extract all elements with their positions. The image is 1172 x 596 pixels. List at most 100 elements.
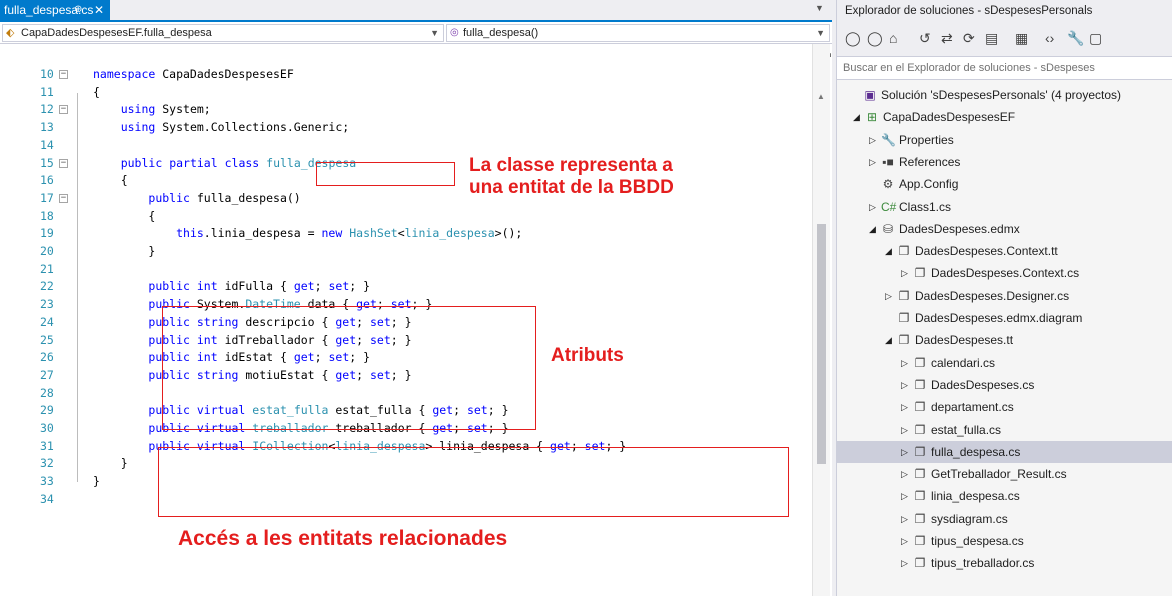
tree-item-label: DadesDespeses.edmx <box>899 221 1020 236</box>
tree-item[interactable]: ◢ ⊞ CapaDadesDespesesEF <box>837 106 1172 128</box>
tree-item[interactable]: ▷ ❐ estat_fulla.cs <box>837 419 1172 441</box>
collapsed-icon[interactable]: ▷ <box>901 552 911 574</box>
tree-item[interactable]: ▷ ❐ calendari.cs <box>837 352 1172 374</box>
scroll-up-icon[interactable]: ▲ <box>817 92 825 101</box>
scrollbar-thumb[interactable] <box>817 224 826 464</box>
tree-item[interactable]: ▷ ❐ departament.cs <box>837 396 1172 418</box>
code-text: using System; <box>120 102 211 117</box>
tree-item[interactable]: ▣ Solución 'sDespesesPersonals' (4 proyec… <box>837 84 1172 106</box>
home-icon[interactable]: ⌂ <box>889 30 897 46</box>
solution-search-input[interactable]: Buscar en el Explorador de soluciones - … <box>837 56 1172 80</box>
code-text: this.linia_despesa = new HashSet<linia_d… <box>176 226 523 241</box>
close-icon[interactable]: ✕ <box>94 0 104 20</box>
collapsed-icon[interactable]: ▷ <box>901 441 911 463</box>
code-line[interactable]: 18 { <box>0 208 810 226</box>
line-number: 21 <box>40 261 54 276</box>
preview-icon[interactable]: ▢ <box>1089 30 1102 47</box>
tree-item[interactable]: ▷ ❐ DadesDespeses.Designer.cs <box>837 285 1172 307</box>
sync-icon[interactable]: ⇄ <box>941 30 953 47</box>
expanded-icon[interactable]: ◢ <box>885 240 895 262</box>
tree-item[interactable]: ▷ ❐ DadesDespeses.cs <box>837 374 1172 396</box>
pin-icon[interactable]: ⊕ <box>74 0 82 20</box>
outline-guide <box>77 92 78 482</box>
code-line[interactable]: 10− namespace CapaDadesDespesesEF <box>0 66 810 84</box>
tree-item[interactable]: ▷ ❐ sysdiagram.cs <box>837 508 1172 530</box>
collapsed-icon[interactable]: ▷ <box>901 530 911 552</box>
collapsed-icon[interactable]: ▷ <box>901 262 911 284</box>
collapse-icon[interactable]: − <box>59 193 68 203</box>
code-line[interactable]: 19 this.linia_despesa = new HashSet<lini… <box>0 225 810 243</box>
tree-item-label: tipus_despesa.cs <box>931 534 1024 548</box>
collapsed-icon[interactable]: ▷ <box>901 419 911 441</box>
line-number: 13 <box>40 120 54 135</box>
properties-icon[interactable]: 🔧 <box>1067 30 1084 47</box>
code-editor[interactable]: fulla_despesa.cs ⊕ ✕ ▼ ⬖ CapaDadesDespes… <box>0 0 832 596</box>
collapsed-icon[interactable]: ▷ <box>901 352 911 374</box>
chevron-down-icon[interactable]: ▼ <box>815 3 824 13</box>
attributes-highlight <box>162 306 536 430</box>
expanded-icon[interactable]: ◢ <box>853 106 863 128</box>
back-icon[interactable]: ◯ <box>845 30 861 47</box>
tree-item[interactable]: ▷ 🔧 Properties <box>837 129 1172 151</box>
collapsed-icon[interactable]: ▷ <box>901 463 911 485</box>
code-line[interactable]: 17− public fulla_despesa() <box>0 190 810 208</box>
tree-item[interactable]: ▷ ❐ tipus_treballador.cs <box>837 552 1172 574</box>
collapsed-icon[interactable]: ▷ <box>869 196 879 218</box>
code-line[interactable]: 22 public int idFulla { get; set; } <box>0 278 810 296</box>
code-line[interactable]: 21 <box>0 261 810 279</box>
tree-item-label: Class1.cs <box>899 199 952 214</box>
tree-item[interactable]: ▷ ❐ linia_despesa.cs <box>837 485 1172 507</box>
file-icon: ❐ <box>914 355 926 370</box>
tree-item[interactable]: ▷ ❐ tipus_despesa.cs <box>837 530 1172 552</box>
tree-item[interactable]: ▷ ▪■ References <box>837 151 1172 173</box>
collapsed-icon[interactable]: ▷ <box>869 129 879 151</box>
code-text: { <box>93 173 128 188</box>
tree-item-label: DadesDespeses.tt <box>915 333 1014 348</box>
code-line[interactable]: 14 <box>0 137 810 155</box>
collapsed-icon[interactable]: ▷ <box>869 151 879 173</box>
show-all-files-icon[interactable]: ▦ <box>1015 30 1028 47</box>
collapsed-icon[interactable]: ▷ <box>901 396 911 418</box>
tab-fulla-despesa[interactable]: fulla_despesa.cs ⊕ ✕ <box>0 0 110 20</box>
tree-item[interactable]: ▷ ❐ fulla_despesa.cs <box>837 440 1172 463</box>
file-icon: ⊞ <box>866 110 878 125</box>
collapsed-icon[interactable]: ▷ <box>901 374 911 396</box>
line-number: 32 <box>40 456 54 471</box>
refresh-icon[interactable]: ⟳ <box>963 30 975 47</box>
vertical-scrollbar[interactable]: ▲ <box>812 44 830 596</box>
file-icon: C# <box>881 199 897 214</box>
relations-highlight <box>158 447 789 517</box>
tree-item[interactable]: ▷ ❐ DadesDespeses.Context.cs <box>837 262 1172 284</box>
tree-item[interactable]: ▷ ❐ GetTreballador_Result.cs <box>837 463 1172 485</box>
tree-item[interactable]: ⚙ App.Config <box>837 173 1172 195</box>
code-line[interactable]: 11 { <box>0 84 810 102</box>
collapse-icon[interactable]: − <box>59 105 68 115</box>
forward-icon[interactable]: ◯ <box>867 30 883 47</box>
tree-item[interactable]: ▷ C# Class1.cs <box>837 196 1172 218</box>
tree-item[interactable]: ◢ ❐ DadesDespeses.tt <box>837 329 1172 351</box>
collapse-all-icon[interactable]: ▤ <box>985 30 998 47</box>
tree-item[interactable]: ❐ DadesDespeses.edmx.diagram <box>837 307 1172 329</box>
expanded-icon[interactable]: ◢ <box>885 329 895 351</box>
tree-item[interactable]: ◢ ❐ DadesDespeses.Context.tt <box>837 240 1172 262</box>
collapsed-icon[interactable]: ▷ <box>885 285 895 307</box>
type-dropdown[interactable]: ⬖ CapaDadesDespesesEF.fulla_despesa ▼ <box>2 24 444 42</box>
line-number: 27 <box>40 367 54 382</box>
file-icon: ❐ <box>914 266 926 281</box>
code-line[interactable]: 12− using System; <box>0 101 810 119</box>
code-line[interactable]: 13 using System.Collections.Generic; <box>0 119 810 137</box>
member-dropdown[interactable]: ◎ fulla_despesa() ▼ <box>446 24 830 42</box>
tree-item[interactable]: ◢ ⛁ DadesDespeses.edmx <box>837 218 1172 240</box>
collapsed-icon[interactable]: ▷ <box>901 485 911 507</box>
collapse-icon[interactable]: − <box>59 70 68 79</box>
history-icon[interactable]: ↺ <box>919 30 931 47</box>
collapse-icon[interactable]: − <box>59 158 68 168</box>
tree-item-label: DadesDespeses.Designer.cs <box>915 288 1070 303</box>
code-line[interactable]: 20 } <box>0 243 810 261</box>
file-icon: ❐ <box>914 511 926 526</box>
view-code-icon[interactable]: ‹› <box>1045 30 1054 46</box>
file-icon: ⚙ <box>882 177 894 192</box>
collapsed-icon[interactable]: ▷ <box>901 508 911 530</box>
expanded-icon[interactable]: ◢ <box>869 218 879 240</box>
code-text: namespace CapaDadesDespesesEF <box>93 67 294 81</box>
